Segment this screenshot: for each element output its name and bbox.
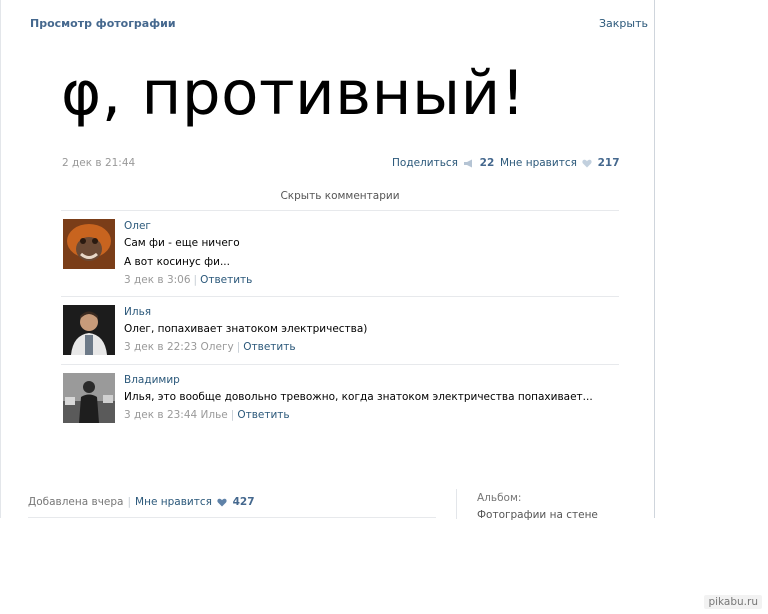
hide-comments-link[interactable]: Скрыть комментарии — [61, 190, 619, 202]
divider — [61, 210, 619, 211]
photo-viewer-panel: Просмотр фотографии Закрыть φ, противный… — [0, 0, 655, 521]
comment-meta: 3 дек в 3:06 | Ответить — [124, 272, 614, 288]
avatar[interactable] — [63, 305, 115, 355]
album-link[interactable]: Фотографии на стене — [477, 509, 598, 521]
heart-icon — [582, 159, 592, 167]
share-button[interactable]: Поделиться 22 — [392, 157, 494, 169]
photo-footer: Добавлена вчера | Мне нравится 427 — [28, 496, 255, 508]
like-label: Мне нравится — [500, 157, 577, 169]
footer-like-count: 427 — [232, 496, 255, 508]
close-link[interactable]: Закрыть — [599, 17, 648, 30]
comment-meta: 3 дек в 22:23 Олегу | Ответить — [124, 339, 614, 355]
comment-text: Илья, это вообще довольно тревожно, когд… — [124, 391, 593, 403]
window-title: Просмотр фотографии — [30, 17, 176, 30]
divider — [61, 296, 619, 297]
heart-icon — [217, 498, 227, 506]
comment-date[interactable]: 3 дек в 22:23 Олегу — [124, 341, 234, 353]
megaphone-icon — [464, 159, 473, 167]
post-date: 2 дек в 21:44 — [62, 157, 136, 169]
vertical-divider — [456, 489, 457, 519]
separator: | — [127, 496, 132, 508]
comment-date[interactable]: 3 дек в 3:06 — [124, 274, 191, 286]
watermark: pikabu.ru — [704, 595, 762, 609]
reply-link[interactable]: Ответить — [200, 274, 252, 286]
separator: | — [230, 409, 235, 421]
footer-like-label: Мне нравится — [135, 496, 212, 508]
reply-link[interactable]: Ответить — [243, 341, 295, 353]
comment-meta: 3 дек в 23:44 Илье | Ответить — [124, 407, 614, 423]
share-count: 22 — [479, 157, 495, 169]
comment-author[interactable]: Илья — [124, 305, 614, 320]
comment-text: А вот косинус фи... — [124, 256, 230, 268]
avatar[interactable] — [63, 373, 115, 423]
divider — [61, 364, 619, 365]
avatar[interactable] — [63, 219, 115, 269]
photo-text: φ, противный! — [61, 58, 526, 129]
comment-text: Олег, попахивает знатоком электричества) — [124, 323, 368, 335]
comment-text: Сам фи - еще ничего — [124, 237, 240, 249]
comment-date[interactable]: 3 дек в 23:44 Илье — [124, 409, 228, 421]
share-label: Поделиться — [392, 157, 458, 169]
photo[interactable]: φ, противный! — [61, 54, 581, 134]
like-button[interactable]: Мне нравится 217 — [500, 157, 620, 169]
divider — [28, 517, 436, 518]
comment-author[interactable]: Владимир — [124, 373, 614, 388]
reply-link[interactable]: Ответить — [237, 409, 289, 421]
separator: | — [236, 341, 241, 353]
album-label: Альбом: — [477, 492, 522, 504]
added-date: Добавлена вчера — [28, 496, 124, 508]
separator: | — [193, 274, 198, 286]
like-count: 217 — [597, 157, 620, 169]
footer-like-button[interactable]: Мне нравится 427 — [135, 496, 255, 508]
comment-author[interactable]: Олег — [124, 219, 614, 234]
